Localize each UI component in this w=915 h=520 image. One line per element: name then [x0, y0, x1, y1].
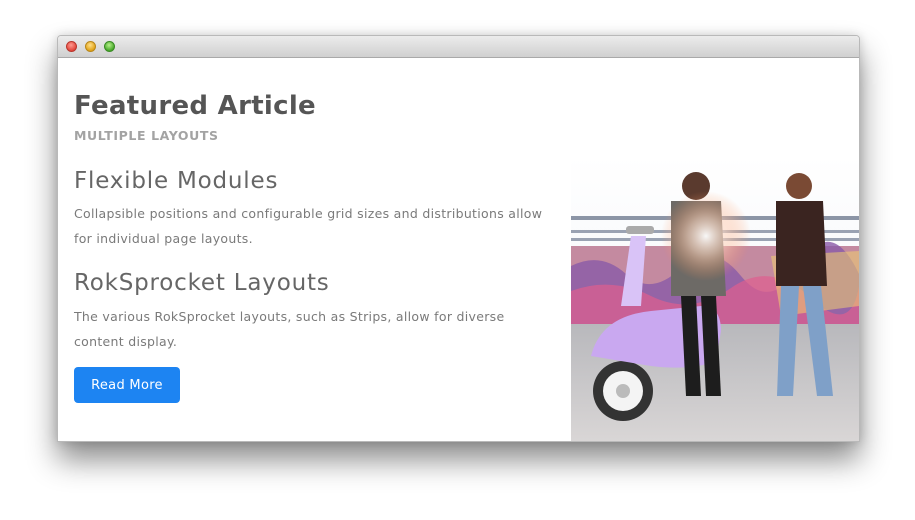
article-subtitle: MULTIPLE LAYOUTS — [74, 128, 219, 143]
close-window-button[interactable] — [66, 41, 77, 52]
section-body-roksprocket-layouts: The various RokSprocket layouts, such as… — [74, 309, 505, 349]
article-title: Featured Article — [74, 91, 316, 121]
minimize-window-button[interactable] — [85, 41, 96, 52]
section-heading-roksprocket-layouts: RokSprocket Layouts — [74, 270, 330, 296]
featured-photo — [571, 156, 859, 441]
browser-window: Featured Article MULTIPLE LAYOUTS Flexib… — [57, 35, 860, 442]
zoom-window-button[interactable] — [104, 41, 115, 52]
section-body-flexible-modules: Collapsible positions and configurable g… — [74, 206, 543, 246]
page-content: Featured Article MULTIPLE LAYOUTS Flexib… — [58, 58, 859, 441]
window-titlebar — [58, 36, 859, 58]
read-more-button[interactable]: Read More — [74, 367, 180, 403]
section-heading-flexible-modules: Flexible Modules — [74, 168, 279, 194]
